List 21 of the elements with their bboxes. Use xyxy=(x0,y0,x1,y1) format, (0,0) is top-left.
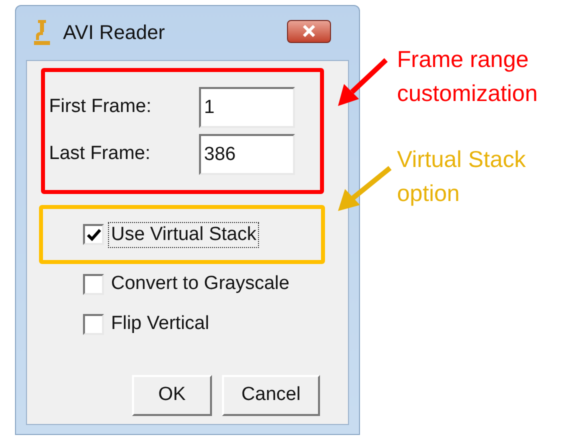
annotation-text: Frame range customization xyxy=(397,45,539,108)
dialog-button[interactable]: Cancel xyxy=(222,375,320,416)
arrow xyxy=(338,58,388,106)
checkbox-row[interactable]: Flip Vertical xyxy=(83,311,348,337)
checkbox-row[interactable]: Convert to Grayscale xyxy=(83,271,348,297)
checkbox[interactable] xyxy=(83,314,104,334)
checkbox-label: Flip Vertical xyxy=(110,312,210,336)
close-icon xyxy=(301,25,317,37)
checkbox[interactable] xyxy=(83,224,104,245)
window-title: AVI Reader xyxy=(63,21,165,46)
annotation-text: Virtual Stack option xyxy=(397,145,527,208)
dialog-button[interactable]: OK xyxy=(132,375,212,416)
arrow xyxy=(338,166,392,211)
checkbox[interactable] xyxy=(83,274,104,294)
close-button[interactable] xyxy=(287,20,331,42)
field-label: Last Frame: xyxy=(49,142,152,166)
input-field[interactable]: 386 xyxy=(199,134,295,175)
field-label: First Frame: xyxy=(49,95,152,120)
checkmark-icon xyxy=(86,228,100,240)
input-field[interactable]: 1 xyxy=(199,87,295,128)
checkbox-label: Convert to Grayscale xyxy=(110,272,290,296)
